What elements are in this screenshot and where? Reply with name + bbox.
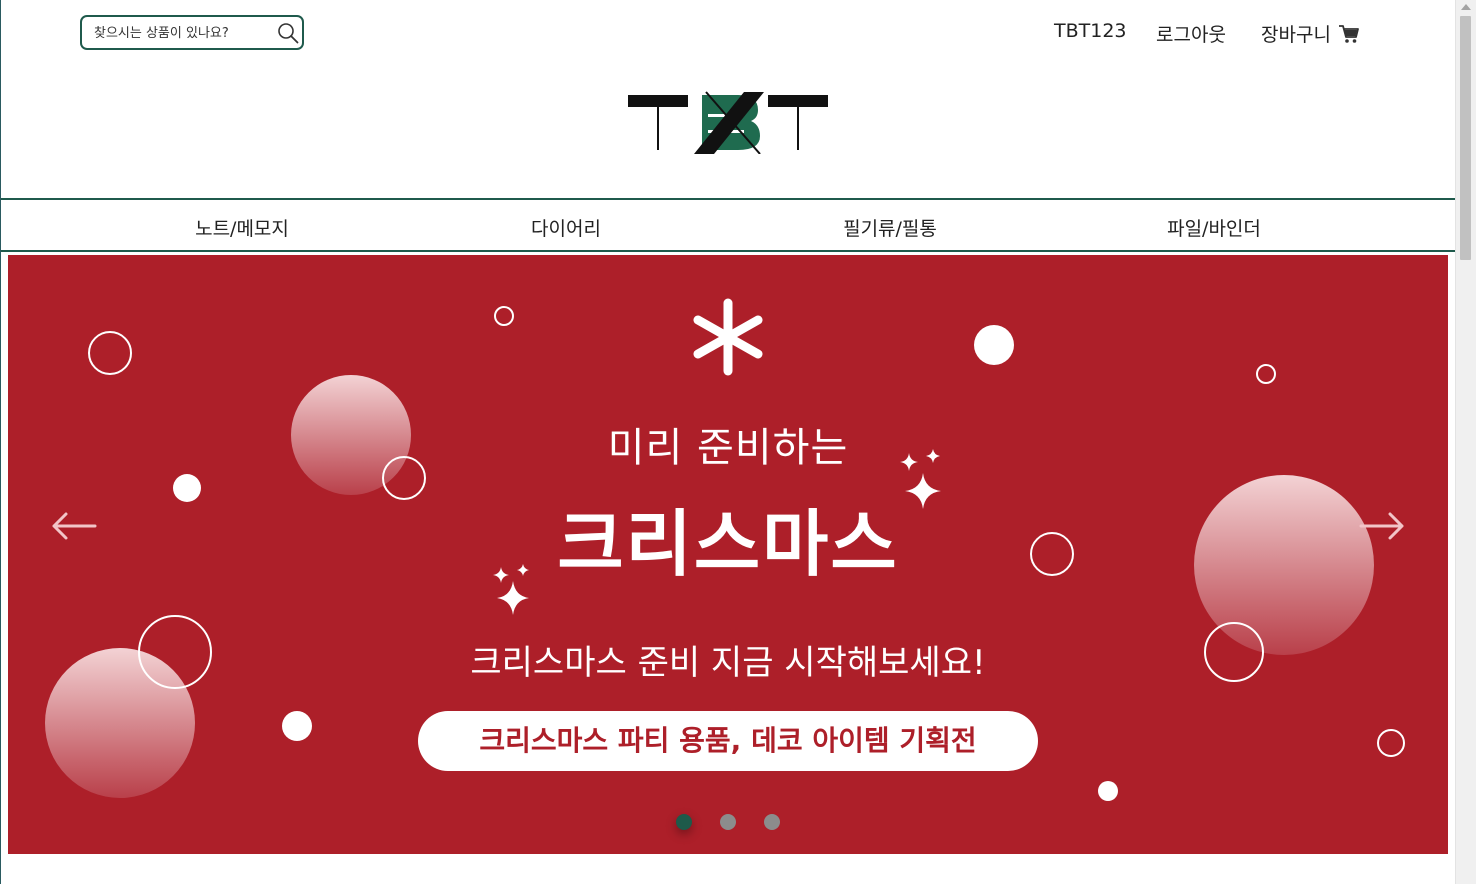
nav-item-diary[interactable]: 다이어리 [531,214,601,241]
nav-item-pens[interactable]: 필기류/필통 [843,214,937,241]
nav-item-files[interactable]: 파일/바인더 [1167,214,1261,241]
arrow-left-icon[interactable] [50,511,98,541]
vertical-scrollbar[interactable] [1455,0,1476,884]
cart-icon[interactable] [1338,23,1360,45]
slide-dot-1[interactable] [676,814,692,830]
promo-banner[interactable]: 미리 준비하는 크리스마스 크리스마스 준비 지금 시작해보세요! 크리스마스 … [8,255,1448,854]
search-icon[interactable] [277,22,299,44]
arrow-right-icon[interactable] [1358,511,1406,541]
nav-item-notes[interactable]: 노트/메모지 [195,214,289,241]
banner-title: 크리스마스 [557,502,899,586]
site-logo[interactable] [626,90,830,154]
banner-cta-button[interactable]: 크리스마스 파티 용품, 데코 아이템 기획전 [418,711,1038,771]
user-id-link[interactable]: TBT123 [1054,20,1127,42]
slide-dot-2[interactable] [720,814,736,830]
scroll-thumb[interactable] [1460,16,1471,260]
search-input[interactable] [94,22,262,44]
scroll-up-icon[interactable] [1461,4,1471,10]
window-frame [0,0,1,884]
snowflake-icon [693,298,763,376]
logout-link[interactable]: 로그아웃 [1156,20,1226,47]
slide-dot-3[interactable] [764,814,780,830]
cart-link[interactable]: 장바구니 [1261,20,1331,47]
banner-description: 크리스마스 준비 지금 시작해보세요! [470,643,986,683]
search-box [80,15,304,50]
category-nav: 노트/메모지 다이어리 필기류/필통 파일/바인더 [1,198,1455,252]
banner-subtitle: 미리 준비하는 [607,425,849,471]
